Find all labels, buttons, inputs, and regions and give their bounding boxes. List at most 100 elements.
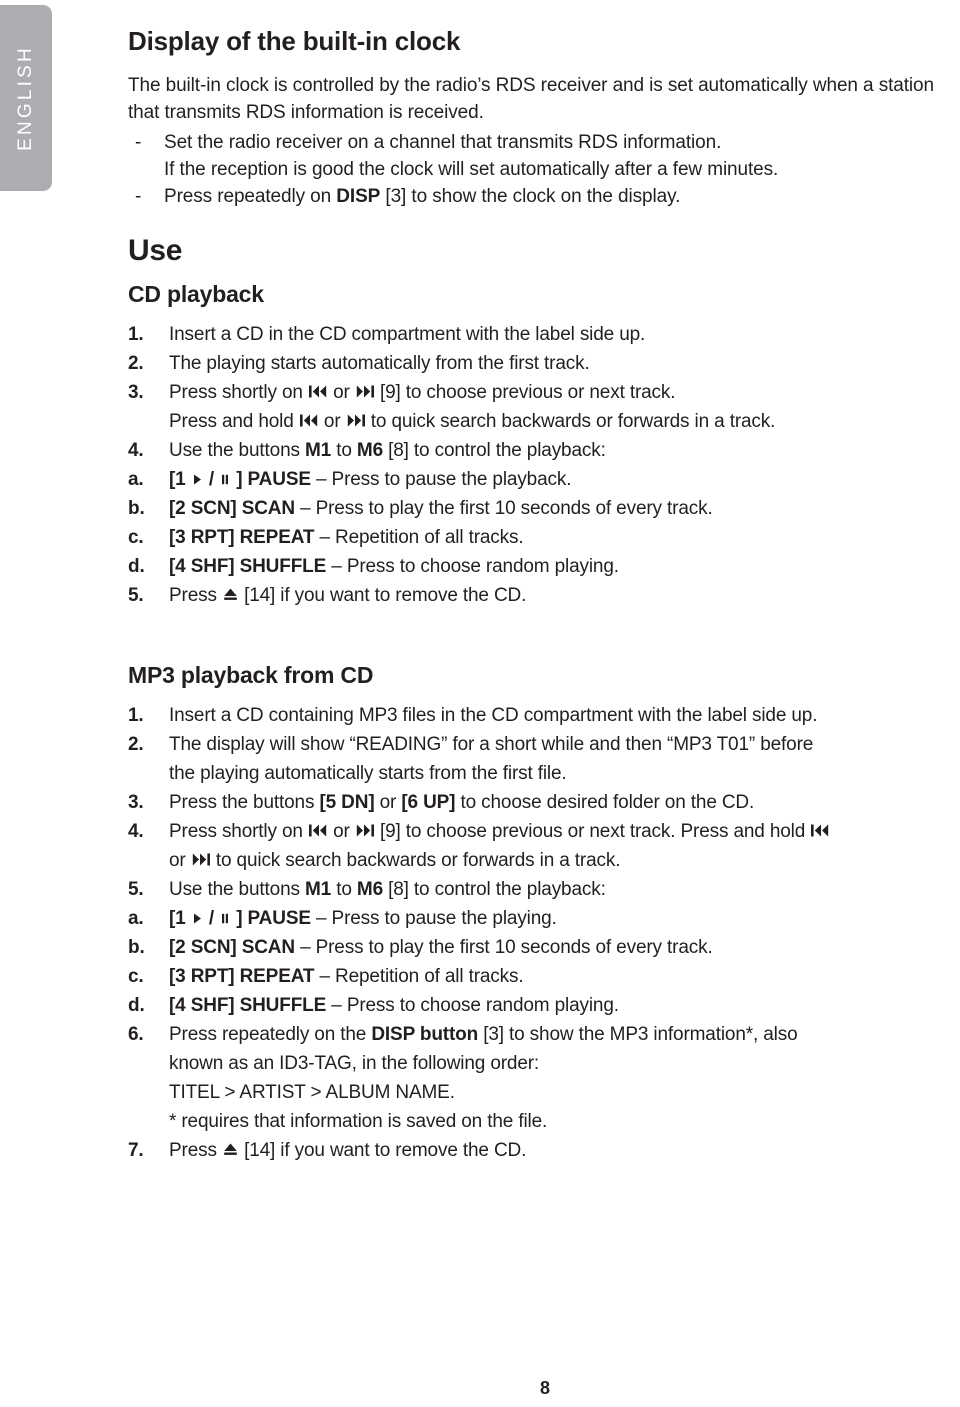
list-item-text-pre: Use the buttons xyxy=(169,439,305,461)
bullet-line-2: If the reception is good the clock will … xyxy=(164,158,779,180)
dash-marker: - xyxy=(135,185,142,207)
pause-icon xyxy=(220,912,230,925)
list-marker: d. xyxy=(128,555,145,577)
language-tab: ENGLISH xyxy=(0,5,52,191)
list-item-text-post: [8] to control the playback: xyxy=(383,439,606,461)
list-item-text-post: [14] if you want to remove the CD. xyxy=(238,1139,527,1161)
list-item-text-post: [8] to control the playback: xyxy=(383,878,606,900)
pause-icon xyxy=(220,473,230,486)
list-item: 2. The playing starts automatically from… xyxy=(128,349,960,378)
list-item-text-mid: or xyxy=(327,381,355,403)
list-item: d. [4 SHF] SHUFFLE – Press to choose ran… xyxy=(128,991,960,1020)
bullet-text-pre: Press repeatedly on xyxy=(164,185,337,207)
shuffle-code: [4 SHF] SHUFFLE xyxy=(169,994,327,1016)
skip-backward-icon xyxy=(299,413,318,428)
button-label-m1: M1 xyxy=(304,439,332,461)
list-marker: 3. xyxy=(128,381,144,403)
list-item-text-mid: to xyxy=(331,439,357,461)
list-item-line-2: the playing automatically starts from th… xyxy=(169,762,567,784)
list-marker: 2. xyxy=(128,733,144,755)
button-label-m6: M6 xyxy=(356,878,383,900)
eject-icon xyxy=(223,587,238,602)
bullet-line-1: Set the radio receiver on a channel that… xyxy=(164,131,722,153)
pause-code-mid: / xyxy=(203,907,220,929)
list-item: b. [2 SCN] SCAN – Press to play the firs… xyxy=(128,933,960,962)
list-item-text-pre: Press xyxy=(169,584,222,606)
list-marker: b. xyxy=(128,497,145,519)
cont-text-post: to quick search backwards or forwards in… xyxy=(210,849,621,871)
list-item: 6. Press repeatedly on the DISP button [… xyxy=(128,1020,960,1136)
repeat-code: [3 RPT] REPEAT xyxy=(169,526,315,548)
button-label-6up: [6 UP] xyxy=(401,791,456,813)
cont-text-post: to quick search backwards or forwards in… xyxy=(365,410,776,432)
cont-text-mid: or xyxy=(318,410,346,432)
shuffle-description: – Press to choose random playing. xyxy=(326,994,619,1016)
list-item-text-post: [3] to show the MP3 information*, also xyxy=(478,1023,798,1045)
list-item: a. [1 / ] PAUSE – Press to pause the pla… xyxy=(128,465,960,494)
list-item-text-pre: Press shortly on xyxy=(169,820,308,842)
skip-backward-icon xyxy=(308,384,327,399)
shuffle-code: [4 SHF] SHUFFLE xyxy=(169,555,327,577)
subsection-title-cd-playback: CD playback xyxy=(128,280,264,307)
list-item: c. [3 RPT] REPEAT – Repetition of all tr… xyxy=(128,962,960,991)
list-item: 3. Press the buttons [5 DN] or [6 UP] to… xyxy=(128,788,960,817)
pause-code-pre: [1 xyxy=(169,907,191,929)
bullet-text-post: [3] to show the clock on the display. xyxy=(380,185,681,207)
disp-button-label: DISP button xyxy=(371,1023,479,1045)
list-item-text-post: [9] to choose previous or next track. xyxy=(374,381,676,403)
pause-code-mid: / xyxy=(203,468,220,490)
pause-code-post: ] PAUSE xyxy=(231,907,311,929)
pause-description: – Press to pause the playing. xyxy=(310,907,557,929)
list-item: 5. Use the buttons M1 to M6 [8] to contr… xyxy=(128,875,960,904)
section-title-clock: Display of the built-in clock xyxy=(128,26,461,56)
shuffle-description: – Press to choose random playing. xyxy=(326,555,619,577)
list-item: 5. Press [14] if you want to remove the … xyxy=(128,581,960,610)
list-item-text-pre: Press shortly on xyxy=(169,381,308,403)
section-title-use: Use xyxy=(128,233,183,267)
skip-backward-icon xyxy=(308,823,327,838)
subsection-title-mp3-playback: MP3 playback from CD xyxy=(128,661,374,688)
list-item-text-mid: or xyxy=(374,791,402,813)
list-marker: a. xyxy=(128,907,144,929)
button-label-5dn: [5 DN] xyxy=(319,791,375,813)
skip-forward-icon xyxy=(356,823,374,838)
list-item-text: Insert a CD containing MP3 files in the … xyxy=(169,704,818,726)
scan-description: – Press to play the first 10 seconds of … xyxy=(294,936,713,958)
list-item: 4. Use the buttons M1 to M6 [8] to contr… xyxy=(128,436,960,465)
list-marker: d. xyxy=(128,994,145,1016)
footnote-text: * requires that information is saved on … xyxy=(169,1110,548,1132)
button-label-m6: M6 xyxy=(356,439,383,461)
list-item-line-2: known as an ID3-TAG, in the following or… xyxy=(169,1052,540,1074)
list-item-text-post: to choose desired folder on the CD. xyxy=(455,791,755,813)
scan-code: [2 SCN] SCAN xyxy=(169,497,295,519)
list-marker: b. xyxy=(128,936,145,958)
repeat-description: – Repetition of all tracks. xyxy=(314,965,524,987)
list-item-text-pre: Use the buttons xyxy=(169,878,305,900)
clock-intro-paragraph: The built-in clock is controlled by the … xyxy=(128,74,934,123)
button-label-m1: M1 xyxy=(304,878,332,900)
list-item-text-post: [9] to choose previous or next track. Pr… xyxy=(374,820,811,842)
list-item: 7. Press [14] if you want to remove the … xyxy=(128,1136,960,1165)
list-marker: 6. xyxy=(128,1023,144,1045)
list-item-text-post: [14] if you want to remove the CD. xyxy=(238,584,527,606)
clock-bullet-list: - Set the radio receiver on a channel th… xyxy=(128,129,960,210)
disp-button-label: DISP xyxy=(336,185,381,207)
skip-backward-icon xyxy=(811,823,829,838)
pause-description: – Press to pause the playback. xyxy=(310,468,572,490)
eject-icon xyxy=(223,1142,238,1157)
repeat-description: – Repetition of all tracks. xyxy=(314,526,524,548)
page-content: Display of the built-in clock The built-… xyxy=(128,0,960,1165)
skip-forward-icon xyxy=(347,413,365,428)
play-icon xyxy=(192,912,203,925)
list-item-text: The playing starts automatically from th… xyxy=(169,352,590,374)
id3-tag-order: TITEL > ARTIST > ALBUM NAME. xyxy=(169,1081,455,1103)
mp3-playback-list: 1. Insert a CD containing MP3 files in t… xyxy=(128,701,960,1165)
list-item-text-pre: Press the buttons xyxy=(169,791,320,813)
list-marker: 7. xyxy=(128,1139,144,1161)
list-item: c. [3 RPT] REPEAT – Repetition of all tr… xyxy=(128,523,960,552)
list-marker: 2. xyxy=(128,352,144,374)
list-item-continuation: or to quick search backwards or forwards… xyxy=(169,846,960,875)
list-marker: 5. xyxy=(128,584,144,606)
pause-code-pre: [1 xyxy=(169,468,191,490)
dash-marker: - xyxy=(135,131,142,153)
